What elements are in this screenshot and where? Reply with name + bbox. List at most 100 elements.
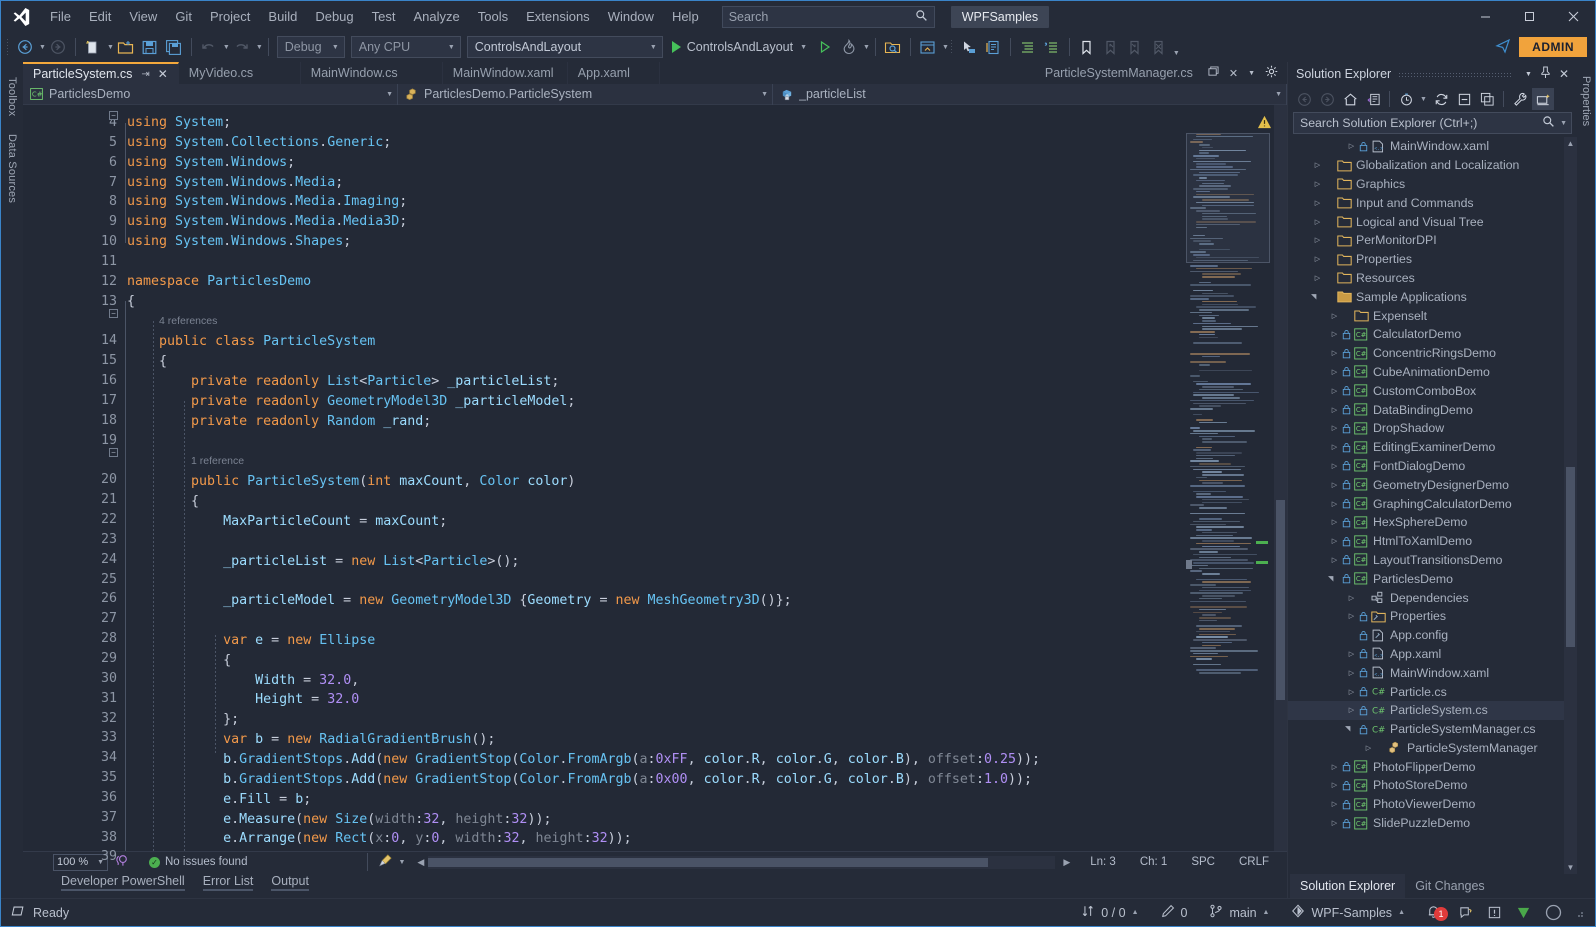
tree-item[interactable]: ▷ Logical and Visual Tree [1288,212,1577,231]
account-circle-icon[interactable] [1538,904,1569,921]
undo-dropdown-icon[interactable]: ▼ [223,44,230,51]
tree-item[interactable]: ▷ ParticleSystemManager [1288,739,1577,758]
pending-changes[interactable]: 0 [1150,899,1199,927]
tree-item[interactable]: ▷ Properties [1288,607,1577,626]
pending-changes-filter-icon[interactable] [1395,88,1417,110]
scrollbar-thumb[interactable] [1566,467,1575,647]
editor-tab-particlesystem-cs[interactable]: ParticleSystem.cs ⇥ ✕ [23,62,179,84]
start-debugging-button[interactable]: ControlsAndLayout ▼ [666,34,813,60]
editor-tab-app-xaml[interactable]: App.xaml [567,62,660,84]
show-all-files-icon[interactable] [1476,88,1498,110]
expander-icon[interactable]: ▷ [1328,424,1341,432]
expander-icon[interactable]: ▷ [1345,688,1358,696]
rail-tab-toolbox[interactable]: Toolbox [3,68,21,125]
tree-item[interactable]: ▷ C# EditingExaminerDemo [1288,438,1577,457]
editor-tab-mainwindow-cs[interactable]: MainWindow.cs [300,62,443,84]
expander-icon[interactable]: ▷ [1311,180,1324,188]
tree-item[interactable]: ▷ C# ParticleSystem.cs [1288,700,1577,720]
xaml-hot-reload-icon[interactable] [981,34,1005,60]
attention-icon[interactable] [1480,905,1509,920]
issues-status[interactable]: ✓ No issues found [149,856,247,868]
menu-file[interactable]: File [41,1,80,32]
menu-extensions[interactable]: Extensions [517,1,599,32]
editor-horizontal-scrollbar[interactable] [428,855,1056,869]
solution-explorer-search-input[interactable]: Search Solution Explorer (Ctrl+;) ▼ [1293,112,1572,134]
menu-window[interactable]: Window [599,1,663,32]
expander-icon[interactable]: ▷ [1328,443,1341,451]
expander-icon[interactable]: ▷ [1311,255,1324,263]
tab-git-changes[interactable]: Git Changes [1405,874,1494,898]
tree-item[interactable]: ▷ Resources [1288,269,1577,288]
editor-tab-mainwindow-xaml[interactable]: MainWindow.xaml [442,62,568,84]
open-file-icon[interactable] [114,34,138,60]
new-project-dropdown-icon[interactable]: ▼ [107,44,114,51]
tree-item[interactable]: ▷ C# HtmlToXamlDemo [1288,532,1577,551]
expander-icon[interactable]: ▷ [1311,274,1324,282]
home-icon[interactable] [1339,88,1361,110]
clear-bookmarks-icon[interactable] [1147,34,1171,60]
collapse-all-icon[interactable] [1453,88,1475,110]
menu-tools[interactable]: Tools [469,1,517,32]
navbar-type-select[interactable]: ParticlesDemo.ParticleSystem ▼ [398,83,773,105]
scrollbar-thumb[interactable] [1276,500,1285,700]
preview-selected-items-icon[interactable] [1532,88,1554,110]
expander-icon[interactable]: ▷ [1345,669,1358,677]
tree-item[interactable]: ▷ C# PhotoStoreDemo [1288,776,1577,795]
pin-icon[interactable] [1536,66,1555,82]
scroll-left-icon[interactable]: ◀ [413,857,428,868]
tree-item[interactable]: ▷ Expenselt [1288,306,1577,325]
expander-icon[interactable]: ▷ [1345,612,1358,620]
scroll-down-icon[interactable]: ▼ [1565,863,1576,872]
scroll-up-icon[interactable]: ▲ [1565,139,1576,148]
menu-test[interactable]: Test [363,1,405,32]
solution-explorer-icon[interactable] [1362,88,1384,110]
uncomment-selection-icon[interactable] [1040,34,1064,60]
global-search-input[interactable]: Search [721,5,935,28]
resize-grip-icon[interactable] [1569,908,1589,918]
minimize-icon[interactable] [1463,1,1507,32]
tree-item[interactable]: ▷ C# SlidePuzzleDemo [1288,814,1577,833]
editor-tab-particlesystemmanager-cs[interactable]: ParticleSystemManager.cs [1034,62,1203,84]
feedback-smiley-icon[interactable] [1451,905,1480,920]
tree-item[interactable]: App.config [1288,626,1577,645]
tree-item[interactable]: ▷ C# HexSphereDemo [1288,513,1577,532]
tree-item[interactable]: ▷ Dependencies [1288,588,1577,607]
code-cleanup-icon[interactable] [373,853,398,871]
expander-icon[interactable]: ▷ [1328,537,1341,545]
expander-icon[interactable]: ▷ [1328,387,1341,395]
expander-icon[interactable]: ▷ [1362,744,1375,752]
toolbar-grip[interactable] [948,40,957,54]
minimap-viewport[interactable] [1186,133,1270,263]
tree-item[interactable]: ▷ C# ConcentricRingsDemo [1288,344,1577,363]
source-control-sync[interactable]: 0 / 0 ▲ [1070,899,1149,927]
expander-icon[interactable]: ▷ [1328,556,1341,564]
chevron-down-icon[interactable]: ▼ [1521,71,1536,78]
redo-icon[interactable] [230,34,254,60]
expander-icon[interactable]: ▷ [1345,142,1358,150]
branch-selector[interactable]: main ▲ [1198,899,1280,927]
comment-selection-icon[interactable] [1016,34,1040,60]
navigate-forward-icon[interactable] [46,34,70,60]
tree-item[interactable]: ▷ <.> App.xaml [1288,645,1577,664]
expander-icon[interactable]: ▷ [1328,481,1341,489]
fold-marker-namespace[interactable]: − [109,309,118,318]
notifications-button[interactable]: 1 [1416,904,1451,922]
tree-item[interactable]: ◢ C# ParticlesDemo [1288,569,1577,588]
warning-icon[interactable] [1257,115,1272,135]
startup-project-select[interactable]: ControlsAndLayout ▼ [466,36,663,58]
dock-tab-developer-powershell[interactable]: Developer PowerShell [53,872,193,891]
previous-bookmark-icon[interactable] [1099,34,1123,60]
pin-icon[interactable]: ⇥ [141,69,149,80]
panel-drag-dots[interactable] [1399,70,1513,78]
scroll-right-icon[interactable]: ▶ [1063,857,1078,868]
menu-build[interactable]: Build [259,1,306,32]
rail-tab-data-sources[interactable]: Data Sources [3,125,21,212]
new-project-icon[interactable] [81,34,105,60]
menu-help[interactable]: Help [663,1,708,32]
code-editor[interactable]: 4 5 6 7 8 9 10 11 12 13 14 15 16 17 18 19 20 21 22 23 24 25 26… [23,105,1287,864]
expander-icon[interactable]: ◢ [1345,725,1358,733]
tree-item[interactable]: ▷ C# DropShadow [1288,419,1577,438]
expander-icon[interactable]: ▷ [1311,199,1324,207]
tree-item[interactable]: ▷ C# LayoutTransitionsDemo [1288,551,1577,570]
gear-icon[interactable] [1260,65,1283,81]
